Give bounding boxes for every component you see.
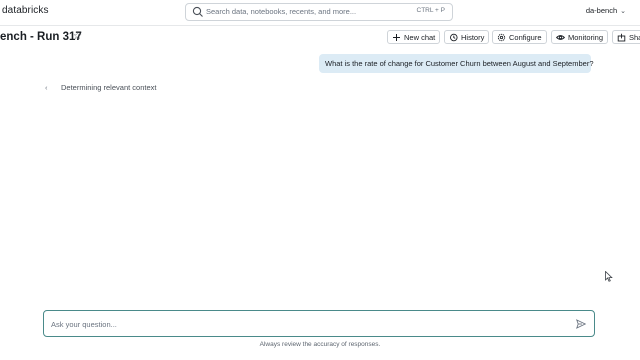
share-label: Sha xyxy=(629,33,640,42)
databricks-logo[interactable]: databricks xyxy=(2,5,49,16)
chevron-left-icon: ‹ xyxy=(45,83,48,92)
global-search-input[interactable]: Search data, notebooks, recents, and mor… xyxy=(185,3,453,21)
page-title: ench - Run 317 xyxy=(0,31,82,43)
gear-icon xyxy=(497,33,506,42)
user-message-bubble: What is the rate of change for Customer … xyxy=(319,54,594,73)
history-label: History xyxy=(461,33,485,42)
assistant-status[interactable]: ‹ Determining relevant context xyxy=(45,83,156,92)
mouse-cursor-icon xyxy=(605,271,613,282)
question-input[interactable]: Ask your question... xyxy=(43,310,595,337)
share-button[interactable]: Sha xyxy=(612,30,640,44)
favorite-star-icon[interactable]: ☆ xyxy=(73,31,82,42)
history-button[interactable]: History xyxy=(444,30,490,44)
search-placeholder: Search data, notebooks, recents, and mor… xyxy=(206,7,357,16)
search-shortcut-hint: CTRL + P xyxy=(416,7,445,14)
eye-icon xyxy=(556,35,565,40)
plus-icon xyxy=(393,34,400,41)
user-menu[interactable]: da-bench ⌄ xyxy=(586,6,626,15)
user-name: da-bench xyxy=(585,6,618,15)
monitoring-label: Monitoring xyxy=(568,33,604,42)
search-icon xyxy=(192,6,203,17)
share-icon xyxy=(617,33,626,42)
top-navigation-bar: databricks Search data, notebooks, recen… xyxy=(0,0,640,26)
send-icon[interactable] xyxy=(576,319,586,329)
new-chat-label: New chat xyxy=(404,33,436,42)
new-chat-button[interactable]: New chat xyxy=(387,30,441,44)
question-placeholder: Ask your question... xyxy=(51,320,117,329)
accuracy-disclaimer: Always review the accuracy of responses. xyxy=(259,341,381,348)
status-text: Determining relevant context xyxy=(61,83,157,92)
configure-label: Configure xyxy=(509,33,542,42)
history-icon xyxy=(450,33,458,42)
chevron-down-icon: ⌄ xyxy=(620,8,626,15)
page-header: ench - Run 317 ☆ New chat History Config… xyxy=(0,26,640,50)
configure-button[interactable]: Configure xyxy=(492,30,547,44)
monitoring-button[interactable]: Monitoring xyxy=(551,30,609,44)
